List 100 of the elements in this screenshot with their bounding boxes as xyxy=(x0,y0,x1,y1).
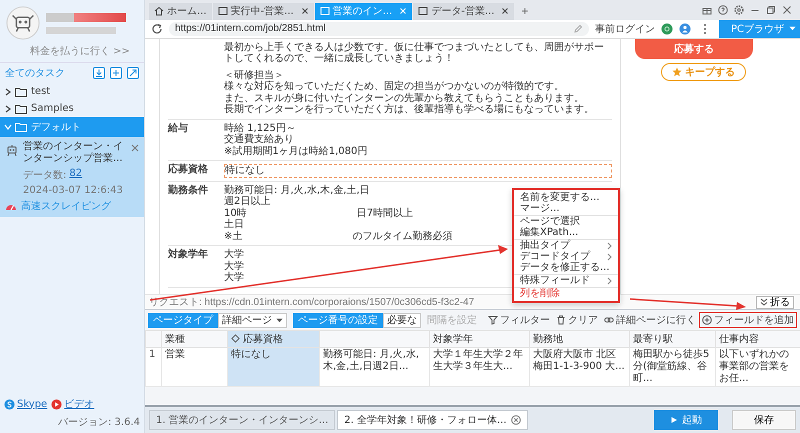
close-icon[interactable] xyxy=(501,7,510,16)
column-header[interactable]: 対象学年 xyxy=(430,330,530,348)
page-number-select[interactable]: 必要な xyxy=(383,312,421,328)
section-title: 全てのタスク xyxy=(5,67,66,80)
table-cell: 大学１年生大学２年生大学３年生大... xyxy=(430,348,530,387)
restore-icon[interactable] xyxy=(766,4,776,15)
filter-icon xyxy=(488,315,498,326)
column-header[interactable]: 仕事内容 xyxy=(716,330,800,348)
toolbar-button[interactable]: クリア xyxy=(553,312,601,328)
toolbar-button[interactable]: フィルター xyxy=(485,312,553,328)
close-icon[interactable] xyxy=(300,7,309,16)
table-cell: 勤務可能日: 月,火,水,木,金,土,日週2日... xyxy=(320,348,430,387)
export-icon[interactable] xyxy=(127,67,139,79)
settings-icon[interactable] xyxy=(734,4,744,15)
menu-item[interactable]: マージ... xyxy=(514,203,618,214)
task-date: 2024-03-07 12:6:43 xyxy=(23,185,123,196)
page-icon xyxy=(218,6,228,16)
task-tab[interactable]: 1. 営業のインターン・インターンシ... xyxy=(149,410,336,430)
target-icon[interactable] xyxy=(660,22,673,35)
section-text: ※試用期間1ヶ月は時給1,080円 xyxy=(224,146,368,158)
url-field[interactable]: https://01intern.com/job/2851.html xyxy=(169,22,589,36)
section-text: 特になし xyxy=(225,165,265,177)
close-icon[interactable] xyxy=(510,415,521,426)
plus-circle-icon xyxy=(702,315,712,326)
data-count-label: データ数: xyxy=(23,169,66,182)
column-header[interactable]: 業種 xyxy=(162,330,228,348)
browser-tab[interactable]: ホーム... xyxy=(149,2,212,20)
toolbar-button[interactable]: フィールドを追加 xyxy=(699,312,797,328)
section-text: 大学 xyxy=(224,260,244,272)
table-cell: 特になし xyxy=(228,348,320,387)
description-text: ＜研修担当＞ xyxy=(224,70,285,81)
page-icon xyxy=(418,6,428,16)
menu-item[interactable]: 特殊フィールド xyxy=(514,274,618,286)
table-cell: 以下いずれかの事業部の営業をお任... xyxy=(716,348,800,387)
section-text: 大学 xyxy=(224,272,244,284)
menu-item[interactable]: 列を削除 xyxy=(514,287,618,299)
chevron-icon xyxy=(607,276,612,284)
menu-item[interactable]: 名前を変更する... xyxy=(514,192,618,203)
help-icon[interactable] xyxy=(718,4,728,15)
description-text: また、スキルが身に付いたインターンの先輩から教えてもらうこともあります。 xyxy=(224,92,585,104)
description-text: 長期でインターンを行っていただく方は、後輩指導も学べる場にもなっています。 xyxy=(224,104,595,116)
footer-link[interactable]: Skype xyxy=(4,398,48,410)
close-icon[interactable] xyxy=(782,4,792,15)
play-icon xyxy=(670,416,678,424)
scrape-mode: 高速スクレイピング xyxy=(21,200,111,213)
new-tab-button[interactable]: + xyxy=(515,2,534,20)
blurred-email-block xyxy=(46,26,116,34)
menu-item[interactable]: デコードタイプ xyxy=(514,251,618,262)
link-icon xyxy=(604,315,614,326)
folder-icon xyxy=(15,104,27,114)
menu-item[interactable]: 抽出タイプ xyxy=(514,239,618,251)
description-text: 最初から上手くできる人は少数です。仮に仕事でつまづいたとしても、周囲がサポートしてくれるので、一緒に成長していきましょう！ xyxy=(224,42,605,65)
footer-link[interactable]: ビデオ xyxy=(51,397,94,411)
more-icon[interactable] xyxy=(702,22,707,35)
data-count-link[interactable]: 82 xyxy=(69,168,82,182)
pre-login-link[interactable]: 事前ログイン xyxy=(594,22,655,36)
page-icon xyxy=(320,6,330,16)
robot-avatar-icon xyxy=(6,6,40,40)
add-icon[interactable] xyxy=(110,67,122,79)
section-label: 対象学年 xyxy=(168,249,209,262)
task-title: 営業のインターン・インターンシップ営業... xyxy=(23,141,124,165)
page-type-select[interactable]: 詳細ページ xyxy=(218,312,287,328)
section-text: 10時 xyxy=(224,208,247,219)
browser-tab[interactable]: データ-営業... xyxy=(413,2,514,20)
robot-icon xyxy=(5,143,19,157)
menu-item[interactable]: 編集XPath... xyxy=(514,227,618,238)
reload-icon[interactable] xyxy=(151,22,163,35)
section-text: ※土 xyxy=(224,230,242,242)
trash-icon xyxy=(556,315,566,326)
person-icon[interactable] xyxy=(678,22,691,35)
caret-icon xyxy=(789,26,796,32)
page-number-label: ページ番号の設定 xyxy=(293,312,383,328)
close-icon[interactable] xyxy=(131,144,139,152)
folder-item[interactable]: Samples xyxy=(0,100,144,117)
column-header[interactable]: 勤務地 xyxy=(530,330,630,348)
menu-item[interactable]: データを修正する... xyxy=(514,262,618,273)
star-icon xyxy=(672,66,682,77)
task-card[interactable]: 営業のインターン・インターンシップ営業... データ数: 82 2024-03-07 12:6:43 高速スクレイピング xyxy=(0,137,144,217)
interval-setting-text: 間隔を設定 xyxy=(427,314,477,328)
menu-item[interactable]: ページで選択 xyxy=(514,215,618,227)
toolbar-button[interactable]: 詳細ページに行く xyxy=(601,312,699,328)
section-label: 給与 xyxy=(168,122,189,136)
table-cell: 大阪府大阪市 北区梅田1-1-3-900 大... xyxy=(530,348,630,387)
collapse-button[interactable]: 折る xyxy=(756,296,794,309)
description-text: 様々な対応を知っていただくため、固定の担当がつかないのが特徴的です。 xyxy=(224,81,565,92)
section-text: 日7時間以上 xyxy=(356,208,414,220)
browser-tab[interactable]: 実行中-営業... xyxy=(212,2,314,20)
folder-item[interactable]: test xyxy=(0,83,144,100)
section-text: 交通費支給あり xyxy=(224,134,294,146)
import-icon[interactable] xyxy=(93,67,105,79)
section-text: 大学 xyxy=(224,249,244,260)
section-label: 勤務条件 xyxy=(168,184,209,198)
task-tab[interactable]: 2. 全学年対象！研修・フォロー体... xyxy=(337,410,528,430)
column-header[interactable]: 最寄り駅 xyxy=(630,330,716,348)
table-cell: 梅田駅から徒歩5分(御堂筋線、谷町... xyxy=(630,348,716,387)
double-chevron-icon xyxy=(760,298,768,306)
section-text: 時給 1,125円～ xyxy=(224,122,296,134)
column-header[interactable]: 応募資格 xyxy=(228,330,320,348)
save-button[interactable]: 保存 xyxy=(732,410,796,430)
folder-icon xyxy=(15,122,27,132)
